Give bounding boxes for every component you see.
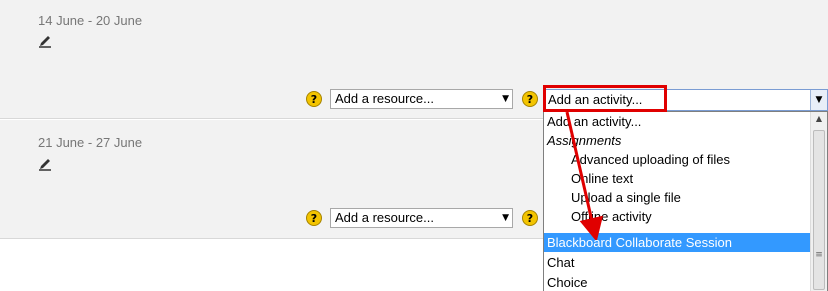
scrollbar-grip-icon: ≡ [815, 250, 823, 260]
annotation-highlight-box [543, 85, 667, 112]
add-resource-value: Add a resource... [335, 91, 434, 106]
add-resource-select[interactable]: Add a resource... ▼ [330, 208, 513, 228]
chevron-down-icon: ▼ [502, 213, 509, 223]
option-chat[interactable]: Chat [544, 253, 810, 272]
week-title: 21 June - 27 June [38, 135, 143, 150]
scroll-up-icon[interactable]: ▲ [811, 114, 827, 123]
option-choice[interactable]: Choice [544, 273, 810, 291]
help-icon[interactable]: ? [306, 210, 322, 226]
dropdown-scrollbar[interactable]: ▲ ≡ [810, 112, 827, 291]
scrollbar-thumb[interactable] [813, 130, 825, 290]
add-resource-value: Add a resource... [335, 210, 434, 225]
week-title: 14 June - 20 June [38, 13, 143, 28]
help-icon[interactable]: ? [522, 210, 538, 226]
edit-summary-icon[interactable] [38, 157, 52, 171]
add-resource-select[interactable]: Add a resource... ▼ [330, 89, 513, 109]
annotation-arrow-icon [565, 111, 604, 240]
edit-summary-icon[interactable] [38, 34, 52, 48]
chevron-down-icon: ▼ [502, 94, 509, 104]
help-icon[interactable]: ? [522, 91, 538, 107]
help-icon[interactable]: ? [306, 91, 322, 107]
chevron-down-icon[interactable]: ▼ [810, 90, 827, 110]
